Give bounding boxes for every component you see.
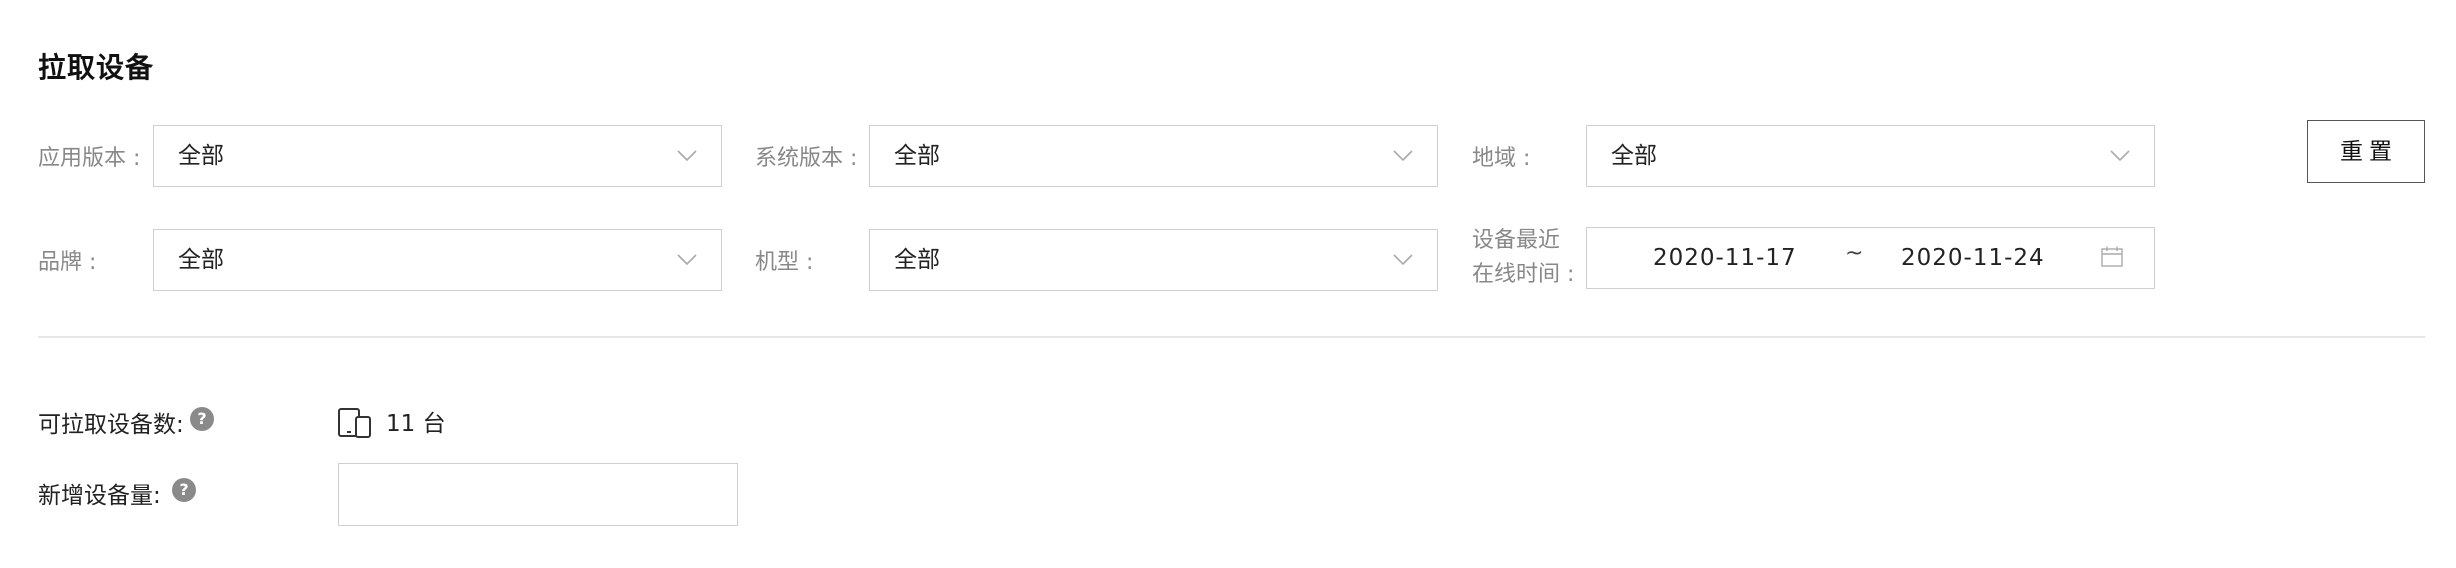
system-version-label: 系统版本 : bbox=[755, 146, 858, 171]
new-devices-label: 新增设备量: bbox=[38, 483, 161, 509]
system-version-value: 全部 bbox=[894, 143, 940, 169]
system-version-select[interactable]: 全部 bbox=[869, 125, 1438, 187]
brand-select[interactable]: 全部 bbox=[153, 229, 722, 291]
app-version-select[interactable]: 全部 bbox=[153, 125, 722, 187]
brand-label: 品牌 : bbox=[38, 250, 97, 275]
section-divider bbox=[38, 336, 2425, 338]
last-online-label: 设备最近 在线时间 : bbox=[1472, 224, 1574, 292]
model-select[interactable]: 全部 bbox=[869, 229, 1438, 291]
question-circle-icon[interactable]: ? bbox=[190, 407, 214, 431]
model-label: 机型 : bbox=[755, 250, 814, 275]
region-label: 地域 : bbox=[1472, 146, 1531, 171]
last-online-label-line2: 在线时间 : bbox=[1472, 262, 1575, 287]
question-circle-icon[interactable]: ? bbox=[172, 478, 196, 502]
last-online-label-line1: 设备最近 bbox=[1472, 228, 1561, 253]
chevron-down-icon bbox=[677, 254, 697, 266]
chevron-down-icon bbox=[1393, 150, 1413, 162]
chevron-down-icon bbox=[2110, 150, 2130, 162]
model-value: 全部 bbox=[894, 247, 940, 273]
app-version-label: 应用版本 : bbox=[38, 146, 141, 171]
app-version-value: 全部 bbox=[178, 143, 224, 169]
region-select[interactable]: 全部 bbox=[1586, 125, 2155, 187]
section-title: 拉取设备 bbox=[38, 51, 155, 84]
chevron-down-icon bbox=[1393, 254, 1413, 266]
date-range-separator: ~ bbox=[1845, 241, 1864, 266]
devices-icon bbox=[338, 408, 371, 438]
available-devices-count: 11 台 bbox=[386, 411, 446, 437]
new-devices-input[interactable] bbox=[338, 463, 738, 526]
date-range-start[interactable]: 2020-11-17 bbox=[1653, 228, 1797, 288]
reset-button[interactable]: 重置 bbox=[2307, 120, 2425, 183]
chevron-down-icon bbox=[677, 150, 697, 162]
available-devices-label: 可拉取设备数: bbox=[38, 412, 184, 438]
brand-value: 全部 bbox=[178, 247, 224, 273]
date-range-end[interactable]: 2020-11-24 bbox=[1901, 228, 2045, 288]
date-range-picker[interactable]: 2020-11-17 ~ 2020-11-24 bbox=[1586, 227, 2155, 289]
calendar-icon bbox=[2101, 246, 2123, 267]
region-value: 全部 bbox=[1611, 143, 1657, 169]
